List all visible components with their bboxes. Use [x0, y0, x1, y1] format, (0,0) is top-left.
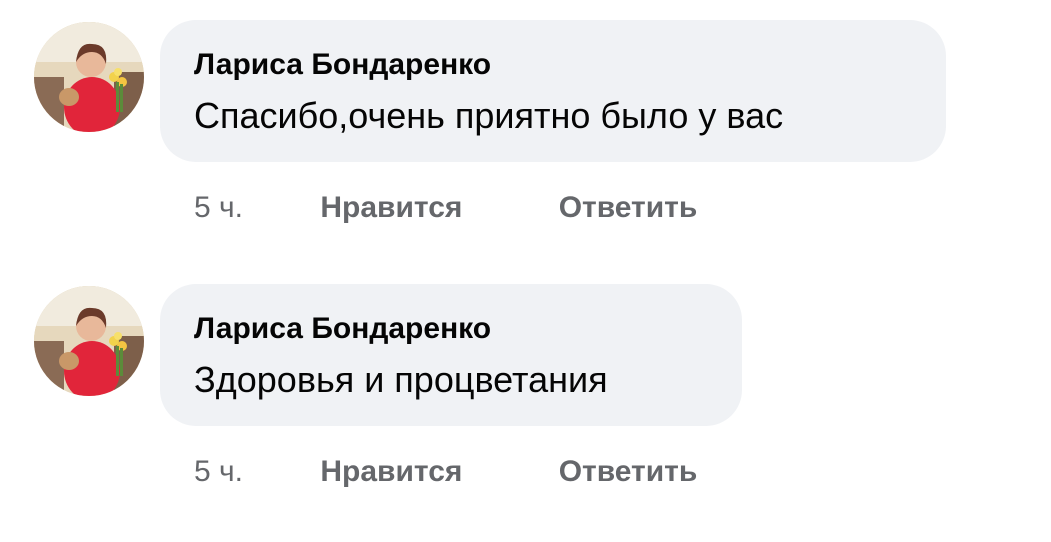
- comment-actions: 5 ч. Нравится Ответить: [194, 188, 697, 228]
- like-button[interactable]: Нравится: [320, 188, 550, 228]
- comment-timestamp[interactable]: 5 ч.: [194, 452, 312, 492]
- comment-timestamp[interactable]: 5 ч.: [194, 188, 312, 228]
- reply-button[interactable]: Ответить: [559, 188, 698, 228]
- comment-bubble: Лариса Бондаренко Здоровья и процветания: [160, 284, 742, 426]
- avatar[interactable]: [34, 286, 144, 396]
- reply-button[interactable]: Ответить: [559, 452, 698, 492]
- comment-bubble: Лариса Бондаренко Спасибо,очень приятно …: [160, 20, 946, 162]
- comment-text: Здоровья и процветания: [194, 359, 608, 400]
- avatar[interactable]: [34, 22, 144, 132]
- comment-author[interactable]: Лариса Бондаренко: [194, 310, 708, 348]
- like-button[interactable]: Нравится: [320, 452, 550, 492]
- comment-actions: 5 ч. Нравится Ответить: [194, 452, 697, 492]
- avatar-photo-icon: [34, 286, 144, 396]
- avatar-photo-icon: [34, 22, 144, 132]
- comment-text: Спасибо,очень приятно было у вас: [194, 95, 784, 136]
- comment-author[interactable]: Лариса Бондаренко: [194, 46, 912, 84]
